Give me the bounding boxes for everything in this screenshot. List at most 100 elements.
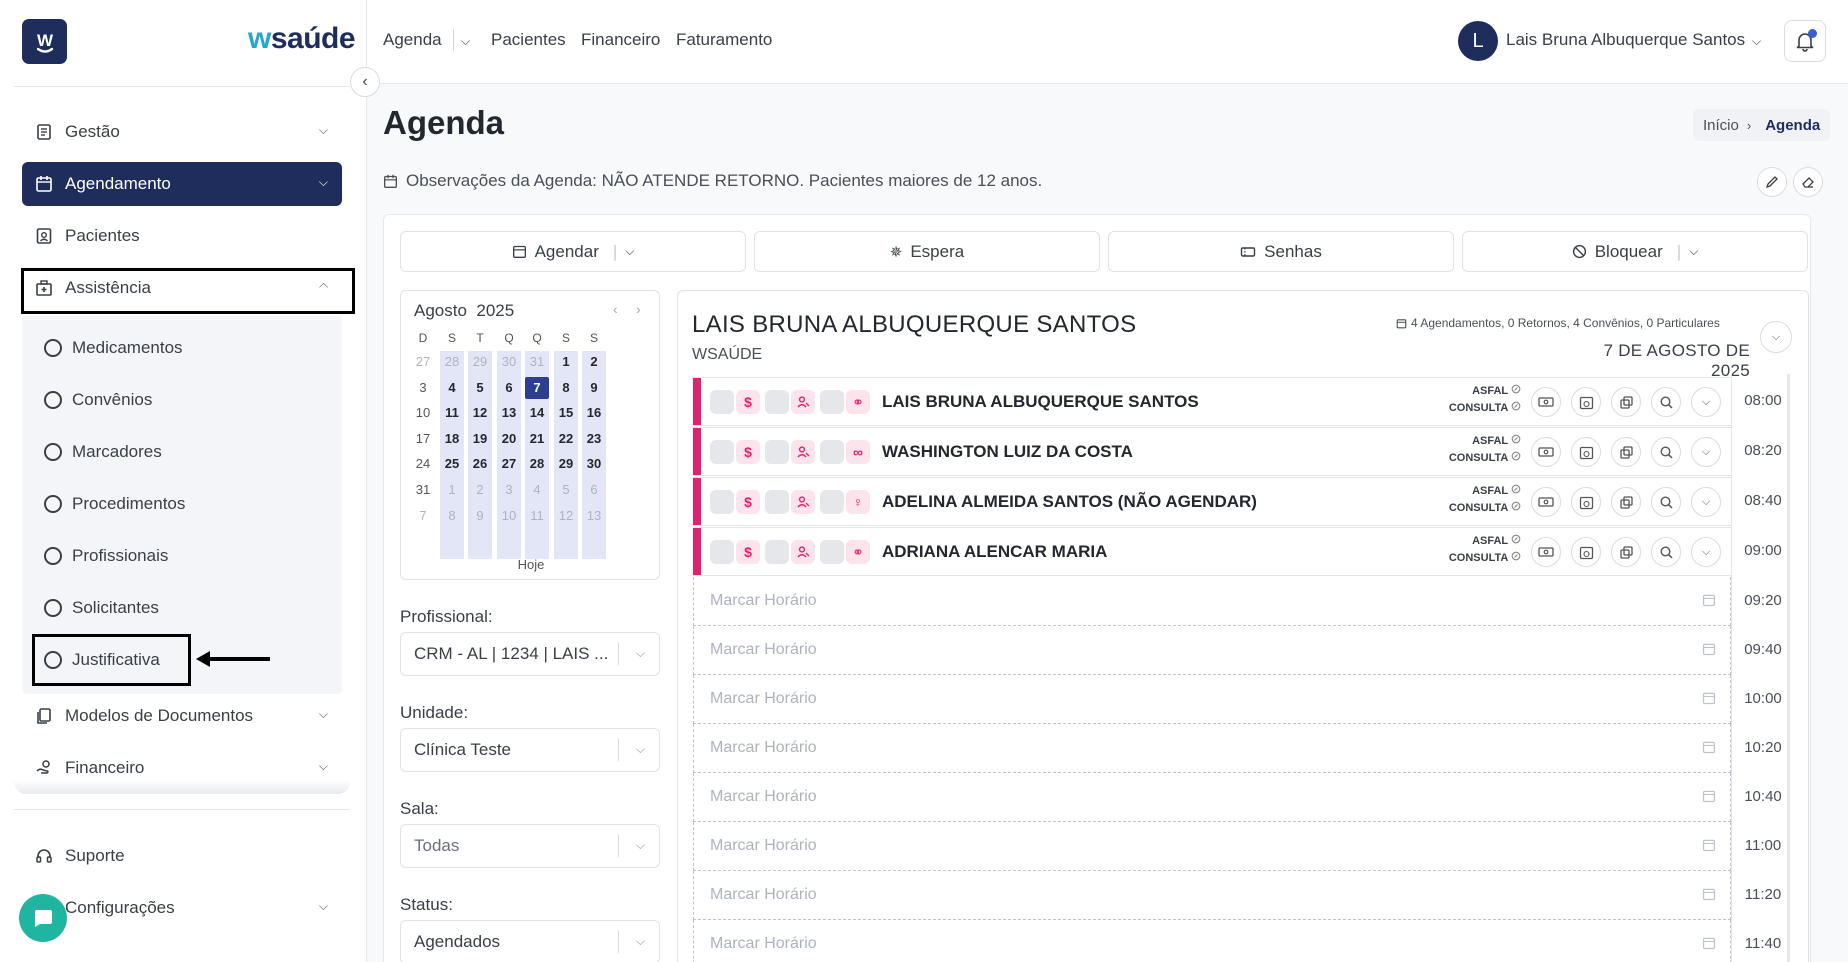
- submenu-item-marcadores[interactable]: Marcadores: [22, 430, 342, 474]
- topnav-financeiro[interactable]: Financeiro: [581, 30, 660, 50]
- app-logo[interactable]: W: [22, 19, 67, 64]
- breadcrumb-home[interactable]: Início: [1703, 117, 1739, 134]
- chevron-down-icon[interactable]: ⌵: [1752, 34, 1761, 49]
- chevron-down-icon[interactable]: ⌵: [625, 244, 634, 259]
- sidebar-item-configuracoes[interactable]: Configurações ⌵: [22, 886, 342, 930]
- calendar-day[interactable]: 29: [468, 351, 492, 373]
- empty-time-slot[interactable]: Marcar Horário: [693, 920, 1731, 962]
- calendar-day[interactable]: 29: [554, 453, 578, 475]
- calendar-day[interactable]: 2: [582, 351, 606, 373]
- chevron-down-icon[interactable]: ⌵: [1691, 437, 1721, 467]
- collapse-sidebar-button[interactable]: ‹: [350, 67, 380, 97]
- status-chip[interactable]: [710, 490, 734, 514]
- status-chip[interactable]: [765, 390, 789, 414]
- calendar-day[interactable]: 27: [411, 351, 435, 373]
- clear-observation-button[interactable]: [1793, 167, 1823, 197]
- calendar-day[interactable]: 23: [582, 428, 606, 450]
- submenu-item-medicamentos[interactable]: Medicamentos: [22, 326, 342, 370]
- calendar-day[interactable]: 9: [468, 505, 492, 527]
- copy-icon[interactable]: [1611, 487, 1641, 517]
- reschedule-icon[interactable]: [1571, 487, 1601, 517]
- status-chip[interactable]: [820, 490, 844, 514]
- agendar-button[interactable]: Agendar | ⌵: [400, 231, 746, 272]
- patient-name[interactable]: ADRIANA ALENCAR MARIA: [882, 542, 1107, 562]
- calendar-day[interactable]: 14: [525, 402, 549, 424]
- status-chip[interactable]: [765, 540, 789, 564]
- sidebar-item-gestao[interactable]: Gestão ⌵: [22, 110, 342, 154]
- money-icon[interactable]: [1531, 537, 1561, 567]
- female-icon[interactable]: ♀: [846, 490, 870, 514]
- edit-observation-button[interactable]: [1757, 167, 1787, 197]
- money-icon[interactable]: [1531, 487, 1561, 517]
- sala-select[interactable]: Todas ⌵: [400, 824, 660, 868]
- submenu-item-procedimentos[interactable]: Procedimentos: [22, 482, 342, 526]
- appointment-row[interactable]: $ ∞ WASHINGTON LUIZ DA COSTA ASFAL CONSULTA…: [693, 427, 1731, 476]
- copy-icon[interactable]: [1611, 437, 1641, 467]
- calendar-day[interactable]: 21: [525, 428, 549, 450]
- status-chip[interactable]: [820, 390, 844, 414]
- money-icon[interactable]: [1531, 387, 1561, 417]
- calendar-day[interactable]: 5: [468, 377, 492, 399]
- calendar-day[interactable]: 1: [554, 351, 578, 373]
- senhas-button[interactable]: Senhas: [1108, 231, 1454, 272]
- calendar-day[interactable]: 25: [440, 453, 464, 475]
- calendar-day[interactable]: 13: [582, 505, 606, 527]
- person-icon[interactable]: [791, 440, 815, 464]
- submenu-item-solicitantes[interactable]: Solicitantes: [22, 586, 342, 630]
- patient-name[interactable]: WASHINGTON LUIZ DA COSTA: [882, 442, 1133, 462]
- empty-time-slot[interactable]: Marcar Horário: [693, 577, 1731, 626]
- unidade-select[interactable]: Clínica Teste ⌵: [400, 728, 660, 772]
- dollar-icon[interactable]: $: [736, 390, 760, 414]
- notifications-button[interactable]: [1784, 20, 1826, 62]
- calendar-day[interactable]: 31: [411, 479, 435, 501]
- calendar-day[interactable]: 11: [525, 505, 549, 527]
- empty-time-slot[interactable]: Marcar Horário: [693, 822, 1731, 871]
- appointment-row[interactable]: $ ♀ ADELINA ALMEIDA SANTOS (NÃO AGENDAR) AS…: [693, 477, 1731, 526]
- reschedule-icon[interactable]: [1571, 537, 1601, 567]
- appointment-row[interactable]: $ ⚭ ADRIANA ALENCAR MARIA ASFAL CONSULTA ⌵: [693, 527, 1731, 576]
- calendar-day[interactable]: 1: [440, 479, 464, 501]
- chevron-down-icon[interactable]: ⌵: [1691, 537, 1721, 567]
- person-icon[interactable]: [791, 390, 815, 414]
- calendar-day[interactable]: 30: [582, 453, 606, 475]
- sidebar-item-agendamento[interactable]: Agendamento ⌵: [22, 162, 342, 206]
- calendar-day[interactable]: 15: [554, 402, 578, 424]
- calendar-day[interactable]: 6: [582, 479, 606, 501]
- avatar[interactable]: L: [1458, 21, 1498, 61]
- chevron-down-icon[interactable]: ⌵: [1689, 244, 1698, 259]
- chevron-down-icon[interactable]: ⌵: [1691, 387, 1721, 417]
- search-icon[interactable]: [1651, 387, 1681, 417]
- calendar-day[interactable]: 18: [440, 428, 464, 450]
- chevron-down-icon[interactable]: ⌵: [1691, 487, 1721, 517]
- calendar-day[interactable]: 28: [525, 453, 549, 475]
- search-icon[interactable]: [1651, 487, 1681, 517]
- calendar-day[interactable]: 8: [554, 377, 578, 399]
- person-icon[interactable]: [791, 540, 815, 564]
- calendar-day[interactable]: 31: [525, 351, 549, 373]
- reschedule-icon[interactable]: [1571, 437, 1601, 467]
- status-chip[interactable]: [710, 440, 734, 464]
- appointment-row[interactable]: $ ⚭ LAIS BRUNA ALBUQUERQUE SANTOS ASFAL CON…: [693, 377, 1731, 426]
- topnav-agenda[interactable]: Agenda: [383, 30, 442, 50]
- dollar-icon[interactable]: $: [736, 490, 760, 514]
- copy-icon[interactable]: [1611, 387, 1641, 417]
- dollar-icon[interactable]: $: [736, 540, 760, 564]
- calendar-day[interactable]: 11: [440, 402, 464, 424]
- calendar-day[interactable]: 19: [468, 428, 492, 450]
- chat-support-button[interactable]: [19, 894, 67, 942]
- calendar-day[interactable]: 4: [525, 479, 549, 501]
- status-select[interactable]: Agendados ⌵: [400, 920, 660, 962]
- calendar-day[interactable]: 7: [411, 505, 435, 527]
- infinity-icon[interactable]: ∞: [846, 440, 870, 464]
- bloquear-button[interactable]: Bloquear | ⌵: [1462, 231, 1808, 272]
- schedule-scrollbar[interactable]: [1787, 374, 1790, 962]
- calendar-day[interactable]: 16: [582, 402, 606, 424]
- person-icon[interactable]: [791, 490, 815, 514]
- empty-time-slot[interactable]: Marcar Horário: [693, 871, 1731, 920]
- calendar-day[interactable]: 12: [468, 402, 492, 424]
- sidebar-item-suporte[interactable]: Suporte: [22, 834, 342, 878]
- chevron-down-icon[interactable]: ⌵: [461, 34, 470, 49]
- next-month-icon[interactable]: ›: [636, 301, 641, 317]
- patient-name[interactable]: ADELINA ALMEIDA SANTOS (NÃO AGENDAR): [882, 492, 1257, 512]
- empty-time-slot[interactable]: Marcar Horário: [693, 773, 1731, 822]
